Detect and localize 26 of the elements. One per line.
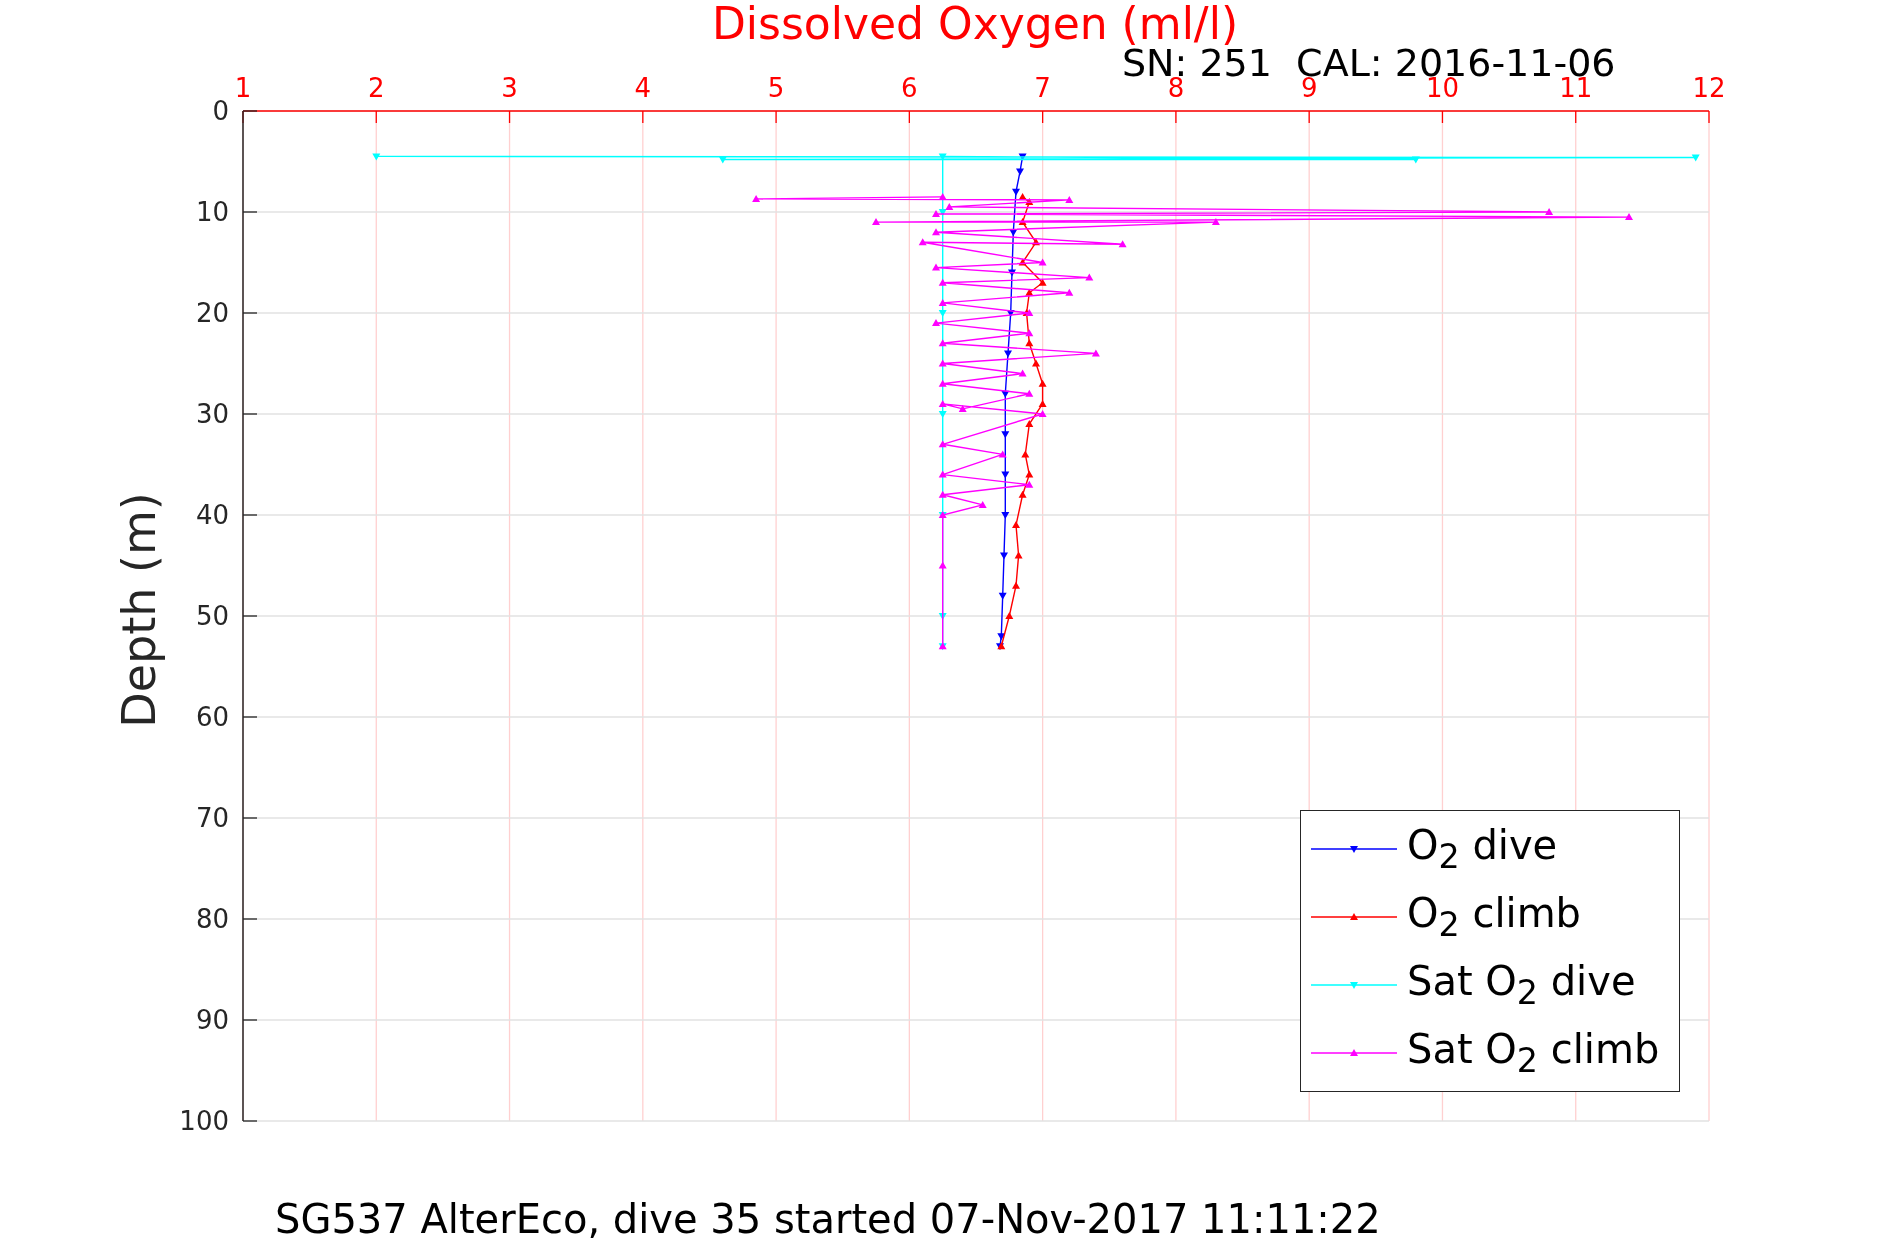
y-tick-label: 40: [195, 500, 229, 530]
x-tick-label: 2: [368, 73, 385, 103]
y-tick-label: 50: [195, 601, 229, 631]
x-tick-label: 5: [767, 73, 785, 103]
x-tick-label: 7: [1034, 73, 1051, 103]
legend-label: Sat O$_{2}$ climb: [1407, 1026, 1660, 1080]
dive-caption: SG537 AlterEco, dive 35 started 07-Nov-2017 11:11:22: [275, 1196, 1381, 1242]
y-tick-label: 80: [195, 904, 229, 934]
y-tick-label: 100: [179, 1106, 229, 1136]
y-tick-label: 30: [195, 399, 229, 429]
legend-label: O$_{2}$ climb: [1407, 890, 1581, 944]
x-axis-label: Dissolved Oxygen (ml/l): [711, 0, 1239, 49]
x-tick-label: 12: [1692, 73, 1726, 103]
y-tick-label: 60: [195, 702, 229, 732]
x-tick-label: 1: [234, 73, 252, 103]
x-tick-label: 3: [501, 73, 518, 103]
y-tick-label: 0: [212, 96, 229, 126]
y-tick-label: 10: [195, 197, 229, 227]
legend-label: O$_{2}$ dive: [1407, 822, 1558, 876]
y-axis-label: Depth (m): [112, 492, 166, 728]
x-tick-label: 6: [901, 73, 918, 103]
legend-label: Sat O$_{2}$ dive: [1407, 958, 1636, 1012]
y-tick-label: 70: [195, 803, 229, 833]
y-tick-label: 20: [195, 298, 229, 328]
x-tick-label: 4: [634, 73, 652, 103]
y-tick-label: 90: [195, 1005, 229, 1035]
